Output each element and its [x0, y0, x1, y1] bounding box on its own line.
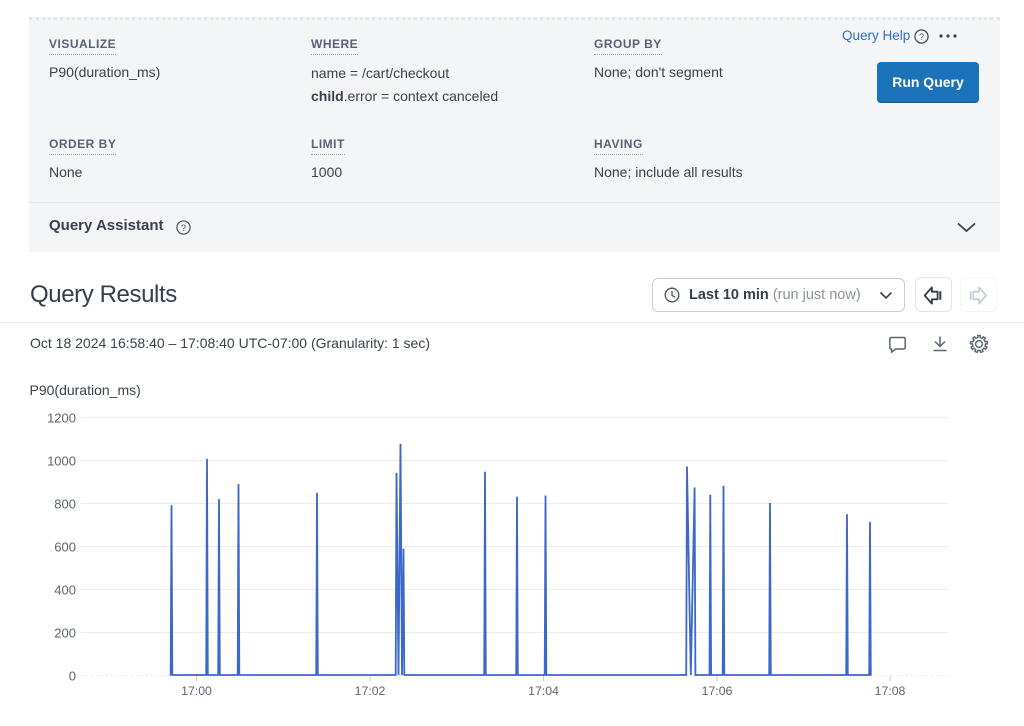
svg-text:17:04: 17:04: [528, 684, 559, 698]
svg-text:17:08: 17:08: [875, 684, 906, 698]
svg-text:1200: 1200: [47, 411, 76, 426]
svg-text:400: 400: [54, 583, 76, 598]
svg-text:800: 800: [54, 497, 76, 512]
svg-text:1000: 1000: [47, 454, 76, 469]
svg-text:17:02: 17:02: [355, 684, 386, 698]
svg-text:17:06: 17:06: [702, 684, 733, 698]
svg-text:17:00: 17:00: [181, 684, 212, 698]
svg-text:600: 600: [54, 540, 76, 555]
svg-text:0: 0: [69, 669, 76, 684]
svg-text:200: 200: [54, 626, 76, 641]
